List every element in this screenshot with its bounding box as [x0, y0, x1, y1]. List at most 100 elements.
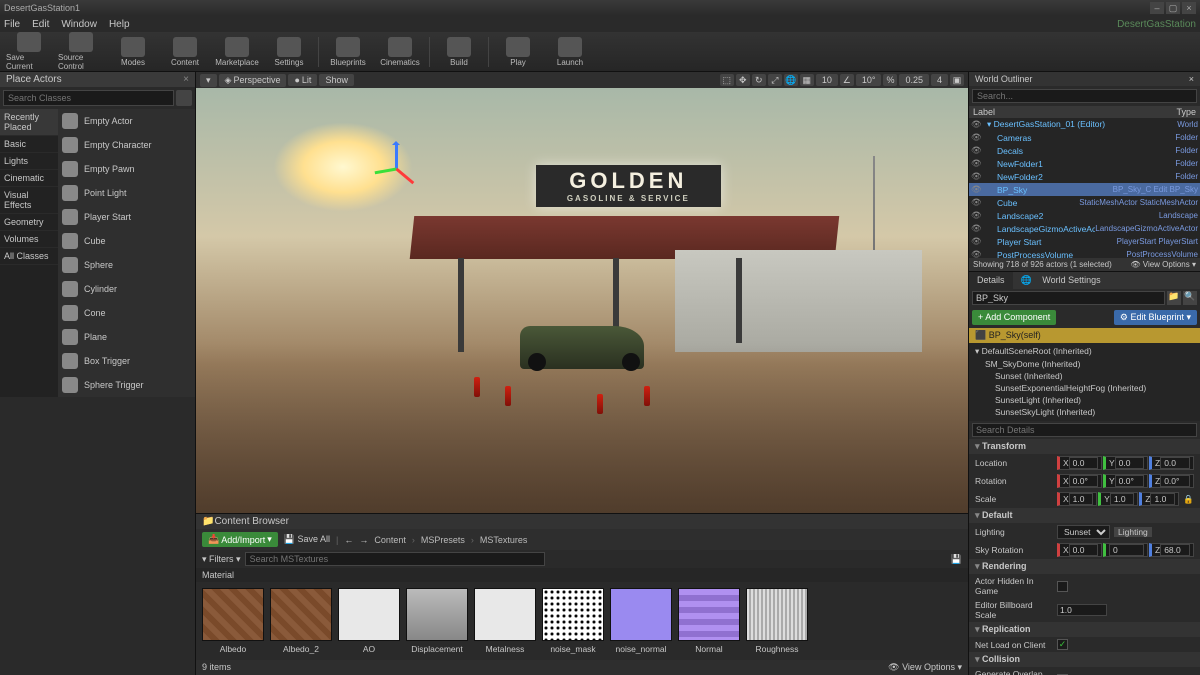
- actor-sphere[interactable]: Sphere: [58, 253, 195, 277]
- actor-cube[interactable]: Cube: [58, 229, 195, 253]
- outliner-row[interactable]: 👁Landscape2Landscape: [969, 209, 1200, 222]
- visibility-icon[interactable]: 👁: [971, 145, 983, 156]
- edit-blueprint-button[interactable]: ⚙ Edit Blueprint ▾: [1114, 310, 1197, 325]
- category-default[interactable]: Default: [969, 508, 1200, 523]
- actor-point-light[interactable]: Point Light: [58, 181, 195, 205]
- toolbar-modes-button[interactable]: Modes: [110, 37, 156, 67]
- content-browser-tab[interactable]: 📁 Content Browser: [196, 514, 968, 529]
- category-all-classes[interactable]: All Classes: [0, 248, 58, 265]
- asset-roughness[interactable]: Roughness: [746, 588, 808, 654]
- visibility-icon[interactable]: 👁: [971, 223, 983, 234]
- add-import-button[interactable]: 📥 Add/Import ▾: [202, 532, 278, 547]
- actor-name-field[interactable]: [972, 291, 1165, 305]
- menu-help[interactable]: Help: [109, 19, 130, 30]
- toolbar-cine-button[interactable]: Cinematics: [377, 37, 423, 67]
- outliner-row[interactable]: 👁NewFolder1Folder: [969, 157, 1200, 170]
- toolbar-save-button[interactable]: Save Current: [6, 32, 52, 71]
- actor-empty-character[interactable]: Empty Character: [58, 133, 195, 157]
- category-transform[interactable]: Transform: [969, 439, 1200, 454]
- netload-checkbox[interactable]: [1057, 639, 1068, 650]
- actor-cylinder[interactable]: Cylinder: [58, 277, 195, 301]
- visibility-icon[interactable]: 👁: [971, 158, 983, 169]
- visibility-icon[interactable]: 👁: [971, 210, 983, 221]
- asset-noise_mask[interactable]: noise_mask: [542, 588, 604, 654]
- transform-gizmo[interactable]: [374, 148, 416, 190]
- nav-fwd-icon[interactable]: →: [359, 535, 368, 545]
- toolbar-content-button[interactable]: Content: [162, 37, 208, 67]
- save-all-button[interactable]: 💾 Save All: [284, 534, 330, 545]
- outliner-row[interactable]: 👁NewFolder2Folder: [969, 170, 1200, 183]
- coord-space-icon[interactable]: 🌐: [784, 74, 798, 86]
- actor-sphere-trigger[interactable]: Sphere Trigger: [58, 373, 195, 397]
- component-item[interactable]: SunsetSkyLight (Inherited): [969, 406, 1200, 418]
- asset-displacement[interactable]: Displacement: [406, 588, 468, 654]
- breadcrumb[interactable]: Content: [374, 535, 406, 545]
- transform-move-icon[interactable]: ✥: [736, 74, 750, 86]
- location-input[interactable]: X 0.0 Y 0.0 Z 0.0: [1057, 456, 1194, 470]
- asset-noise_normal[interactable]: noise_normal: [610, 588, 672, 654]
- visibility-icon[interactable]: 👁: [971, 132, 983, 143]
- toolbar-bp-button[interactable]: Blueprints: [325, 37, 371, 67]
- category-volumes[interactable]: Volumes: [0, 231, 58, 248]
- category-visual-effects[interactable]: Visual Effects: [0, 187, 58, 214]
- lock-icon[interactable]: 🔒: [1183, 494, 1194, 505]
- category-replication[interactable]: Replication: [969, 622, 1200, 637]
- visibility-icon[interactable]: 👁: [971, 119, 983, 130]
- outliner-row[interactable]: 👁LandscapeGizmoActiveActorLandscapeGizmo…: [969, 222, 1200, 235]
- category-basic[interactable]: Basic: [0, 136, 58, 153]
- close-icon[interactable]: ×: [1189, 74, 1194, 84]
- actor-box-trigger[interactable]: Box Trigger: [58, 349, 195, 373]
- close-icon[interactable]: ×: [183, 74, 189, 85]
- menu-file[interactable]: File: [4, 19, 20, 30]
- angle-snap-value[interactable]: 10°: [856, 74, 882, 86]
- visibility-icon[interactable]: 👁: [971, 236, 983, 247]
- outliner-row[interactable]: 👁CamerasFolder: [969, 131, 1200, 144]
- sky-rotation-input[interactable]: X 0.0 0 Z 68.0: [1057, 543, 1194, 557]
- selected-component[interactable]: ⬛ BP_Sky(self): [969, 328, 1200, 343]
- actor-empty-pawn[interactable]: Empty Pawn: [58, 157, 195, 181]
- place-actors-tab[interactable]: Place Actors ×: [0, 72, 195, 87]
- asset-metalness[interactable]: Metalness: [474, 588, 536, 654]
- angle-snap-icon[interactable]: ∠: [840, 74, 854, 86]
- maximize-button[interactable]: ▢: [1166, 2, 1180, 14]
- component-item[interactable]: SunsetExponentialHeightFog (Inherited): [969, 382, 1200, 394]
- world-outliner-tab[interactable]: World Outliner×: [969, 72, 1200, 86]
- perspective-button[interactable]: ◈ Perspective: [219, 74, 287, 87]
- menu-edit[interactable]: Edit: [32, 19, 49, 30]
- transform-select-icon[interactable]: ⬚: [720, 74, 734, 86]
- category-collision[interactable]: Collision: [969, 652, 1200, 667]
- actor-plane[interactable]: Plane: [58, 325, 195, 349]
- asset-albedo[interactable]: Albedo: [202, 588, 264, 654]
- category-rendering[interactable]: Rendering: [969, 559, 1200, 574]
- toolbar-build-button[interactable]: Build: [436, 37, 482, 67]
- grid-snap-value[interactable]: 10: [816, 74, 838, 86]
- viewport-3d[interactable]: GOLDEN GASOLINE & SERVICE: [196, 88, 968, 513]
- outliner-row[interactable]: 👁PostProcessVolumePostProcessVolume: [969, 248, 1200, 258]
- viewport-menu-button[interactable]: ▾: [200, 74, 217, 87]
- toolbar-market-button[interactable]: Marketplace: [214, 37, 260, 67]
- component-item[interactable]: Sunset (Inherited): [969, 370, 1200, 382]
- rotation-input[interactable]: X 0.0° Y 0.0° Z 0.0°: [1057, 474, 1194, 488]
- toolbar-play-button[interactable]: Play: [495, 37, 541, 67]
- browse-icon[interactable]: 📁: [1167, 291, 1181, 305]
- menu-window[interactable]: Window: [61, 19, 97, 30]
- breadcrumb[interactable]: MSTextures: [480, 535, 528, 545]
- content-search[interactable]: [245, 552, 545, 566]
- scale-input[interactable]: X 1.0 Y 1.0 Z 1.0: [1057, 492, 1179, 506]
- scale-snap-icon[interactable]: %: [883, 74, 897, 86]
- tab-details[interactable]: Details: [969, 272, 1013, 289]
- close-button[interactable]: ×: [1182, 2, 1196, 14]
- outliner-row[interactable]: 👁DecalsFolder: [969, 144, 1200, 157]
- save-asset-icon[interactable]: 💾: [951, 554, 962, 565]
- search-icon[interactable]: [176, 90, 192, 106]
- breadcrumb[interactable]: MSPresets: [421, 535, 465, 545]
- view-options-button[interactable]: 👁 View Options ▾: [1130, 260, 1196, 269]
- actor-empty-actor[interactable]: Empty Actor: [58, 109, 195, 133]
- scale-snap-value[interactable]: 0.25: [899, 74, 929, 86]
- add-component-button[interactable]: + Add Component: [972, 310, 1056, 325]
- actor-cone[interactable]: Cone: [58, 301, 195, 325]
- component-item[interactable]: ▾ DefaultSceneRoot (Inherited): [969, 345, 1200, 358]
- surface-snap-icon[interactable]: ▦: [800, 74, 814, 86]
- component-item[interactable]: SM_SkyDome (Inherited): [969, 358, 1200, 370]
- minimize-button[interactable]: –: [1150, 2, 1164, 14]
